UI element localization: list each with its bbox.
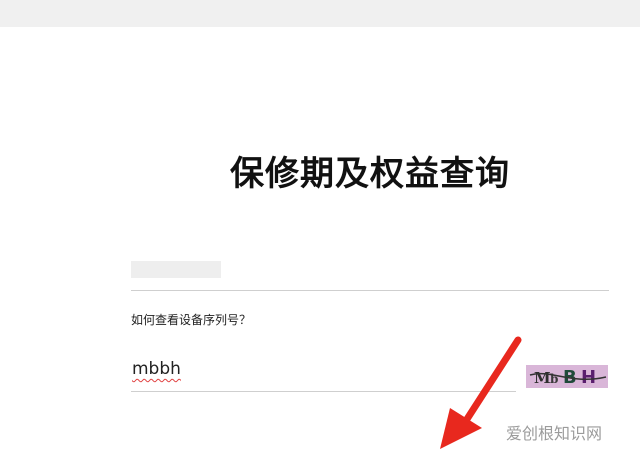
page: 保修期及权益查询 如何查看设备序列号？ mbbh M b B H 爱创根知识网 bbox=[0, 0, 640, 449]
how-to-find-serial-link[interactable]: 如何查看设备序列号？ bbox=[131, 311, 251, 328]
captcha-char-m: M bbox=[534, 369, 551, 387]
captcha-graphic: M b B H bbox=[529, 367, 607, 388]
serial-number-placeholder bbox=[131, 261, 221, 278]
watermark-text: 爱创根知识网 bbox=[506, 424, 603, 443]
captcha-image[interactable]: M b B H bbox=[526, 365, 608, 388]
browser-top-bar bbox=[0, 0, 640, 27]
page-title: 保修期及权益查询 bbox=[230, 154, 510, 194]
serial-number-input[interactable] bbox=[131, 260, 609, 291]
captcha-input-value: mbbh bbox=[132, 359, 181, 379]
captcha-char-h: H bbox=[581, 367, 596, 388]
